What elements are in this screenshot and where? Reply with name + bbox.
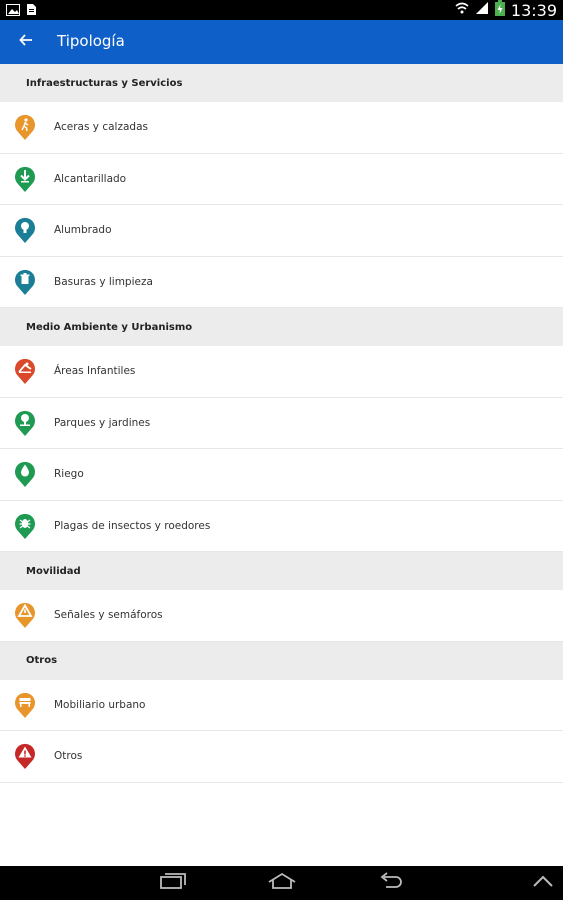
image-icon <box>6 3 20 21</box>
list-item-label: Alumbrado <box>54 224 112 237</box>
typology-list: Infraestructuras y Servicios Aceras y ca… <box>0 64 563 783</box>
chevron-up-icon <box>532 874 554 893</box>
section-header: Infraestructuras y Servicios <box>0 64 563 102</box>
trash-icon <box>13 268 37 296</box>
signal-icon <box>475 1 489 20</box>
warning-icon <box>13 742 37 770</box>
file-icon <box>26 3 37 21</box>
playground-icon <box>13 357 37 385</box>
list-item-alcantarillado[interactable]: Alcantarillado <box>0 153 563 205</box>
list-item-label: Otros <box>54 750 83 763</box>
list-item-basuras[interactable]: Basuras y limpieza <box>0 256 563 308</box>
system-back-button[interactable] <box>373 871 409 895</box>
park-icon <box>13 409 37 437</box>
drain-arrow-icon <box>13 165 37 193</box>
home-icon <box>267 872 297 895</box>
list-item-label: Riego <box>54 468 84 481</box>
pedestrian-icon <box>13 113 37 141</box>
battery-charging-icon <box>494 0 505 21</box>
list-item-label: Parques y jardines <box>54 416 151 429</box>
list-item-label: Señales y semáforos <box>54 609 163 622</box>
list-item-areas-infantiles[interactable]: Áreas Infantiles <box>0 346 563 398</box>
list-item-label: Mobiliario urbano <box>54 698 146 711</box>
arrow-left-icon <box>19 33 33 52</box>
app-bar: Tipología <box>0 20 563 64</box>
list-item-senales[interactable]: Señales y semáforos <box>0 590 563 642</box>
list-item-label: Áreas Infantiles <box>54 365 136 378</box>
bug-icon <box>13 512 37 540</box>
status-right: 13:39 <box>455 0 557 20</box>
list-item-label: Basuras y limpieza <box>54 275 153 288</box>
list-item-label: Aceras y calzadas <box>54 121 148 134</box>
lightbulb-icon <box>13 216 37 244</box>
list-item-parques[interactable]: Parques y jardines <box>0 397 563 449</box>
list-item-label: Plagas de insectos y roedores <box>54 519 211 532</box>
recent-apps-icon <box>160 872 186 894</box>
list-item-label: Alcantarillado <box>54 172 127 185</box>
list-item-aceras[interactable]: Aceras y calzadas <box>0 102 563 154</box>
home-button[interactable] <box>264 871 300 895</box>
wifi-icon <box>455 1 469 20</box>
menu-up-button[interactable] <box>525 871 561 895</box>
list-item-otros[interactable]: Otros <box>0 731 563 783</box>
navigation-bar <box>0 866 563 900</box>
list-item-plagas[interactable]: Plagas de insectos y roedores <box>0 500 563 552</box>
recent-apps-button[interactable] <box>155 871 191 895</box>
water-drop-icon <box>13 460 37 488</box>
status-left-icons <box>6 3 37 21</box>
section-header: Movilidad <box>0 552 563 590</box>
status-time: 13:39 <box>510 0 557 20</box>
status-bar: 13:39 <box>0 0 563 20</box>
list-item-riego[interactable]: Riego <box>0 449 563 501</box>
bench-icon <box>13 691 37 719</box>
back-icon <box>378 871 404 895</box>
list-item-mobiliario[interactable]: Mobiliario urbano <box>0 679 563 731</box>
back-button[interactable] <box>12 28 40 56</box>
list-item-alumbrado[interactable]: Alumbrado <box>0 205 563 257</box>
section-header: Medio Ambiente y Urbanismo <box>0 308 563 346</box>
page-title: Tipología <box>57 32 125 50</box>
traffic-sign-icon <box>13 601 37 629</box>
section-header: Otros <box>0 641 563 680</box>
